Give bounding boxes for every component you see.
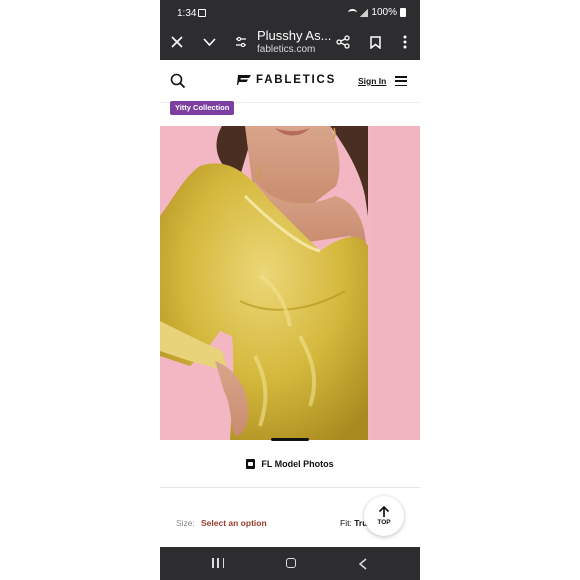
model-photos-button[interactable]: FL Model Photos: [160, 452, 420, 476]
home-icon[interactable]: [286, 558, 296, 568]
chevron-down-icon[interactable]: [200, 33, 218, 51]
sign-in-link[interactable]: Sign In: [358, 76, 386, 86]
size-label: Size:: [176, 518, 195, 528]
status-indicators: 100%: [348, 7, 406, 18]
wifi-icon: [348, 9, 358, 16]
fit-info: Fit: True: [340, 518, 395, 528]
fit-label: Fit:: [340, 518, 352, 528]
gallery-notification-icon: [198, 9, 206, 17]
tune-icon[interactable]: [232, 33, 250, 51]
model-photos-label: FL Model Photos: [261, 459, 334, 469]
close-icon[interactable]: [168, 33, 186, 51]
status-bar: 1:34 100%: [160, 0, 420, 26]
screen: 1:34 100% Plusshy As... fabletics.com FA…: [0, 0, 580, 580]
status-time: 1:34: [177, 8, 197, 19]
next-product-photo[interactable]: [372, 126, 420, 440]
battery-icon: [400, 8, 406, 17]
brand-mark-icon: [237, 75, 251, 85]
size-select-link[interactable]: Select an option: [201, 518, 267, 528]
android-nav-bar: [160, 547, 420, 580]
arrow-up-icon: [378, 505, 390, 519]
menu-icon[interactable]: [395, 76, 407, 86]
share-icon[interactable]: [334, 33, 352, 51]
top-label: TOP: [377, 519, 391, 526]
phone-screen: 1:34 100% Plusshy As... fabletics.com FA…: [160, 0, 420, 580]
search-icon[interactable]: [170, 73, 186, 89]
signal-icon: [360, 8, 369, 17]
back-icon[interactable]: [358, 557, 368, 570]
collection-badge: Yitty Collection: [170, 101, 235, 115]
product-photo[interactable]: [160, 126, 368, 440]
more-icon[interactable]: [396, 33, 414, 51]
brand-logo[interactable]: FABLETICS: [237, 74, 336, 86]
site-header: FABLETICS Sign In: [160, 60, 420, 103]
recent-apps-icon[interactable]: [212, 558, 224, 568]
bookmark-icon[interactable]: [366, 33, 384, 51]
url-display[interactable]: fabletics.com: [257, 44, 315, 55]
battery-level: 100%: [371, 7, 397, 18]
tab-title[interactable]: Plusshy As...: [257, 28, 331, 43]
gallery-indicator: [271, 438, 309, 441]
product-gallery[interactable]: [160, 126, 420, 440]
browser-toolbar: Plusshy As... fabletics.com: [160, 26, 420, 60]
divider: [160, 487, 420, 488]
back-to-top-button[interactable]: TOP: [364, 496, 404, 536]
camera-icon: [246, 459, 256, 469]
brand-name: FABLETICS: [256, 74, 337, 86]
